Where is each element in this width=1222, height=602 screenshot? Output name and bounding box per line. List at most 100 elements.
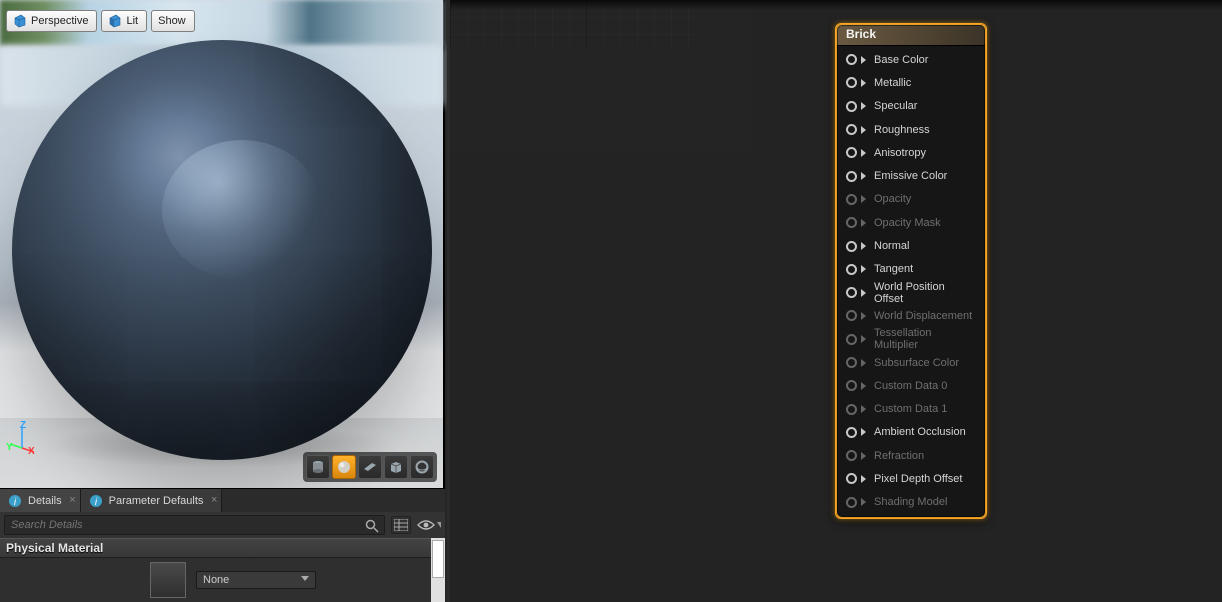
pin-world-displacement: World Displacement xyxy=(836,304,986,327)
pin-label: Anisotropy xyxy=(874,147,926,159)
pin-ring-icon xyxy=(846,427,857,438)
section-physical-material-header[interactable]: Physical Material xyxy=(0,538,445,558)
preview-shape-custom-button[interactable] xyxy=(410,455,434,479)
lit-button[interactable]: Lit xyxy=(101,10,147,32)
pin-ring-icon xyxy=(846,124,857,135)
pin-arrow-icon xyxy=(861,405,866,413)
node-title-label: Brick xyxy=(846,27,876,41)
node-title[interactable]: Brick xyxy=(836,24,986,46)
details-body: Physical Material None xyxy=(0,538,445,602)
preview-shape-toolbar xyxy=(303,452,437,482)
pin-label: Normal xyxy=(874,240,909,252)
close-icon[interactable]: × xyxy=(69,494,75,506)
pin-ring-icon xyxy=(846,147,857,158)
asset-thumbnail[interactable] xyxy=(150,562,186,598)
close-icon[interactable]: × xyxy=(211,494,217,506)
search-details-input[interactable] xyxy=(5,516,384,534)
scrollbar-thumb[interactable] xyxy=(432,540,444,578)
pin-ring-icon xyxy=(846,473,857,484)
pin-ring-icon xyxy=(846,450,857,461)
pin-arrow-icon xyxy=(861,219,866,227)
pin-ring-icon xyxy=(846,194,857,205)
pin-ring-icon xyxy=(846,380,857,391)
details-scrollbar[interactable] xyxy=(431,538,445,602)
tab-parameter-defaults-label: Parameter Defaults xyxy=(109,495,204,507)
pin-ring-icon xyxy=(846,171,857,182)
perspective-icon xyxy=(13,14,27,28)
pin-ring-icon xyxy=(846,101,857,112)
pin-arrow-icon xyxy=(861,195,866,203)
section-title: Physical Material xyxy=(6,541,103,555)
pin-label: Refraction xyxy=(874,450,924,462)
pin-arrow-icon xyxy=(861,149,866,157)
pin-pixel-depth-offset[interactable]: Pixel Depth Offset xyxy=(836,467,986,490)
tab-details[interactable]: i Details × xyxy=(0,489,81,513)
pin-arrow-icon xyxy=(861,242,866,250)
node-pin-list: Base Color MetallicSpecular Roughness Aniso… xyxy=(836,46,986,518)
eye-icon xyxy=(417,518,435,532)
pin-label: Subsurface Color xyxy=(874,357,959,369)
lit-label: Lit xyxy=(126,15,138,27)
physical-material-property-row: None xyxy=(0,558,445,602)
graph-grid xyxy=(450,0,750,150)
pin-anisotropy[interactable]: Anisotropy xyxy=(836,141,986,164)
axis-z-label: Z xyxy=(20,420,26,431)
property-matrix-button[interactable] xyxy=(391,516,411,534)
pin-subsurface-color: Subsurface Color xyxy=(836,351,986,374)
pin-ambient-occlusion[interactable]: Ambient Occlusion xyxy=(836,421,986,444)
preview-sphere-highlight xyxy=(162,140,322,280)
pin-arrow-icon xyxy=(861,172,866,180)
pin-ring-icon xyxy=(846,357,857,368)
material-graph[interactable]: Brick Base Color MetallicSpecular Roughnes… xyxy=(447,0,1222,602)
pin-opacity-mask: Opacity Mask xyxy=(836,211,986,234)
tab-parameter-defaults[interactable]: i Parameter Defaults × xyxy=(81,489,223,513)
perspective-label: Perspective xyxy=(31,15,88,27)
search-icon xyxy=(364,518,380,534)
pin-label: Ambient Occlusion xyxy=(874,426,966,438)
viewport-toolbar: Perspective Lit Show xyxy=(6,10,195,32)
chevron-down-icon xyxy=(301,576,309,585)
axis-y-label: Y xyxy=(6,442,13,453)
pin-arrow-icon xyxy=(861,289,866,297)
pin-label: Base Color xyxy=(874,54,928,66)
chevron-down-icon xyxy=(437,522,441,528)
pin-arrow-icon xyxy=(861,126,866,134)
dropdown-value: None xyxy=(203,574,229,586)
pin-ring-icon xyxy=(846,334,857,345)
pin-label: Opacity Mask xyxy=(874,217,941,229)
pin-world-position-offset[interactable]: World Position Offset xyxy=(836,281,986,304)
pin-ring-icon xyxy=(846,497,857,508)
physical-material-dropdown[interactable]: None xyxy=(196,571,316,589)
preview-shape-cube-button[interactable] xyxy=(384,455,408,479)
material-preview-viewport[interactable]: Perspective Lit Show Z Y X xyxy=(0,0,445,488)
material-output-node[interactable]: Brick Base Color MetallicSpecular Roughnes… xyxy=(835,23,987,519)
pin-metallic[interactable]: Metallic xyxy=(836,71,986,94)
view-options-button[interactable] xyxy=(417,518,441,532)
pin-ring-icon xyxy=(846,54,857,65)
pin-tangent[interactable]: Tangent xyxy=(836,258,986,281)
show-label: Show xyxy=(158,15,186,27)
search-details-box xyxy=(4,515,385,535)
pin-label: Tangent xyxy=(874,263,913,275)
pin-ring-icon xyxy=(846,241,857,252)
left-panel: Perspective Lit Show Z Y X xyxy=(0,0,445,602)
details-tabstrip: i Details × i Parameter Defaults × xyxy=(0,488,445,512)
pin-tessellation-multiplier: Tessellation Multiplier xyxy=(836,328,986,351)
pin-normal[interactable]: Normal xyxy=(836,234,986,257)
pin-label: Emissive Color xyxy=(874,170,947,182)
preview-shape-plane-button[interactable] xyxy=(358,455,382,479)
pin-base-color[interactable]: Base Color xyxy=(836,48,986,71)
graph-top-shadow xyxy=(450,0,1222,10)
info-icon: i xyxy=(89,494,103,508)
pin-arrow-icon xyxy=(861,498,866,506)
pin-emissive-color[interactable]: Emissive Color xyxy=(836,164,986,187)
pin-label: Shading Model xyxy=(874,496,947,508)
perspective-button[interactable]: Perspective xyxy=(6,10,97,32)
show-button[interactable]: Show xyxy=(151,10,195,32)
pin-specular[interactable]: Specular xyxy=(836,95,986,118)
pin-roughness[interactable]: Roughness xyxy=(836,118,986,141)
pin-label: Roughness xyxy=(874,124,930,136)
preview-shape-cylinder-button[interactable] xyxy=(306,455,330,479)
pin-opacity: Opacity xyxy=(836,188,986,211)
preview-shape-sphere-button[interactable] xyxy=(332,455,356,479)
